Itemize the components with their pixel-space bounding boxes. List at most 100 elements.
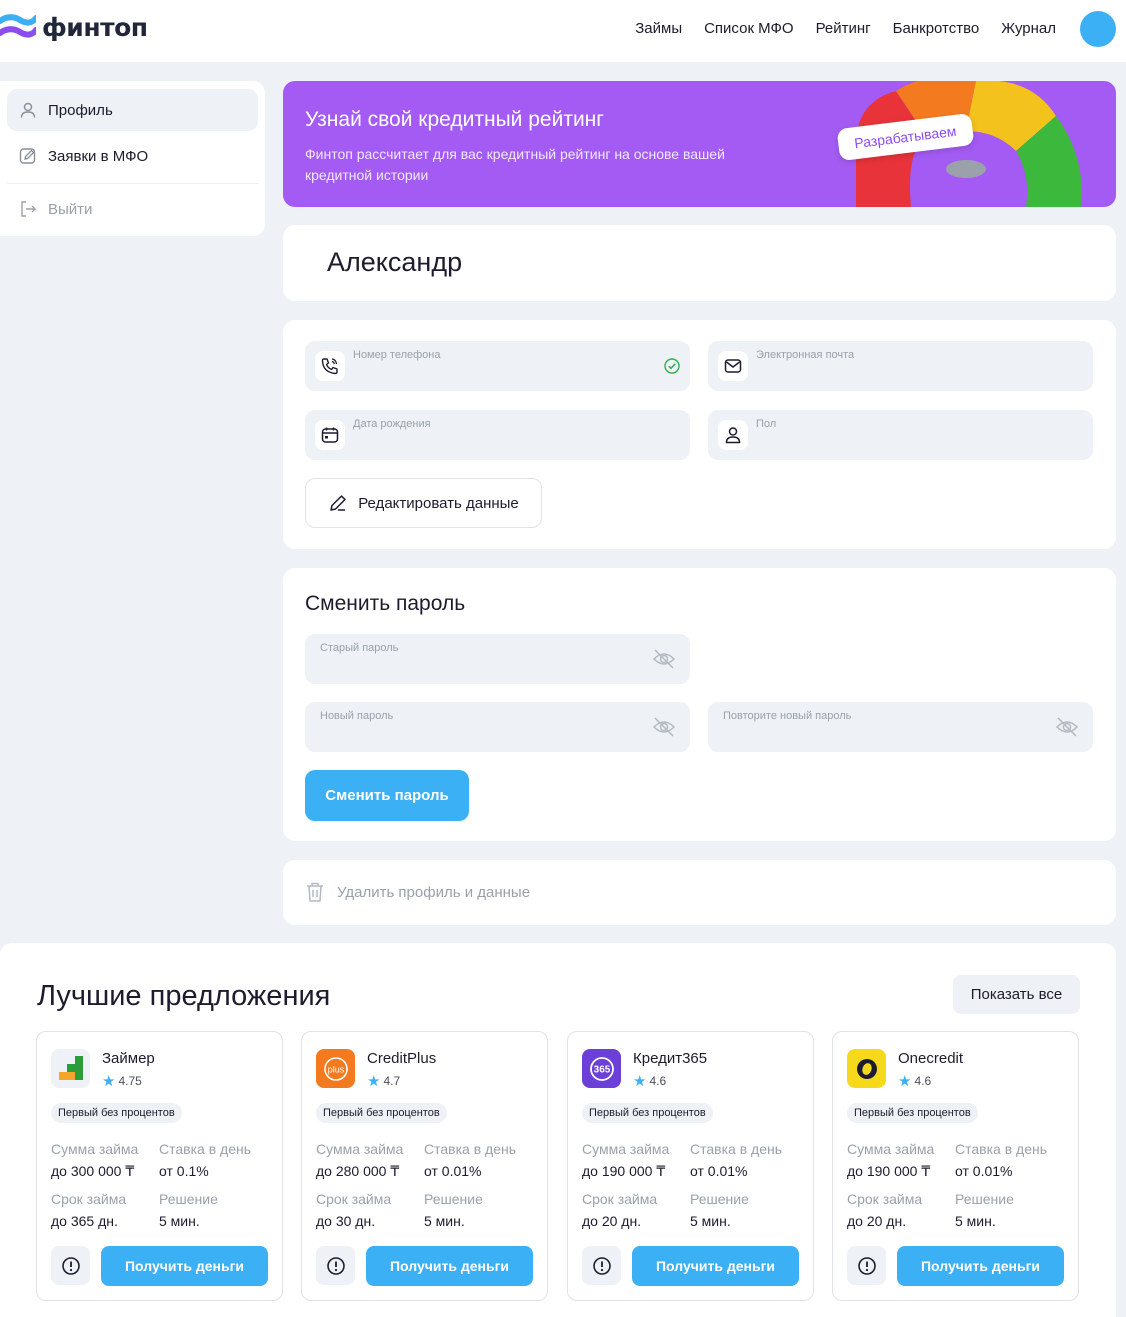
info-button[interactable] — [51, 1246, 90, 1285]
offer-rating-value: 4.6 — [649, 1074, 667, 1088]
offer-rating: ★ 4.6 — [898, 1072, 931, 1090]
nav-bankruptcy[interactable]: Банкротство — [893, 20, 980, 37]
info-button[interactable] — [316, 1246, 355, 1285]
rate-label: Ставка в день — [955, 1141, 1048, 1157]
phone-icon — [315, 351, 345, 381]
birthdate-field[interactable]: Дата рождения — [305, 410, 690, 460]
sidebar-item-logout[interactable]: Выйти — [7, 188, 258, 230]
creditplus-logo: plus — [316, 1049, 355, 1088]
offer-name: Onecredit — [898, 1050, 964, 1067]
avatar[interactable] — [1080, 11, 1116, 47]
new-password-field[interactable]: Новый пароль — [305, 702, 690, 752]
amount-value: до 190 000 ₸ — [847, 1163, 931, 1179]
delete-profile-card: Удалить профиль и данные — [283, 860, 1116, 925]
new-password-label: Новый пароль — [320, 710, 394, 722]
zaimer-logo — [51, 1049, 90, 1088]
offer-card: plus CreditPlus ★ 4.7 Первый без проценто… — [301, 1031, 548, 1301]
amount-value: до 280 000 ₸ — [316, 1163, 400, 1179]
edit-profile-button[interactable]: Редактировать данные — [305, 478, 542, 528]
svg-text:365: 365 — [593, 1064, 610, 1075]
star-icon: ★ — [633, 1073, 647, 1090]
get-money-button[interactable]: Получить деньги — [366, 1246, 533, 1286]
sidebar-item-label: Выйти — [48, 200, 93, 218]
verified-check-icon — [664, 358, 680, 379]
credit-rating-banner[interactable]: Узнай свой кредитный рейтинг Финтоп расс… — [283, 81, 1116, 207]
decision-label: Решение — [690, 1191, 749, 1207]
profile-fields-card: Номер телефона Электронная почта Дата ро… — [283, 320, 1116, 549]
email-field[interactable]: Электронная почта — [708, 341, 1093, 391]
rate-value: от 0.1% — [159, 1163, 209, 1179]
term-value: до 30 дн. — [316, 1213, 376, 1229]
sidebar-item-profile[interactable]: Профиль — [7, 89, 258, 131]
offer-tag: Первый без процентов — [582, 1103, 713, 1123]
offer-tag: Первый без процентов — [51, 1103, 182, 1123]
best-offers-title: Лучшие предложения — [37, 980, 331, 1012]
birthdate-label: Дата рождения — [353, 418, 431, 430]
person-icon — [718, 420, 748, 450]
get-money-button[interactable]: Получить деньги — [897, 1246, 1064, 1286]
offer-rating-value: 4.6 — [914, 1074, 932, 1088]
change-password-title: Сменить пароль — [305, 592, 466, 615]
info-icon — [326, 1256, 345, 1275]
show-all-button[interactable]: Показать все — [953, 975, 1080, 1014]
logo[interactable]: финтоп — [0, 10, 148, 44]
brand-name: финтоп — [42, 12, 148, 42]
main-nav: Займы Список МФО Рейтинг Банкротство Жур… — [635, 20, 1056, 37]
term-label: Срок займа — [51, 1191, 127, 1207]
term-value: до 20 дн. — [582, 1213, 642, 1229]
decision-value: 5 мин. — [424, 1213, 465, 1229]
star-icon: ★ — [102, 1073, 116, 1090]
pencil-icon — [330, 495, 346, 511]
edit-profile-label: Редактировать данные — [358, 494, 519, 512]
rate-label: Ставка в день — [690, 1141, 783, 1157]
change-password-button[interactable]: Сменить пароль — [305, 770, 469, 821]
decision-value: 5 мин. — [690, 1213, 731, 1229]
nav-loans[interactable]: Займы — [635, 20, 682, 37]
offer-tag: Первый без процентов — [847, 1103, 978, 1123]
info-icon — [592, 1256, 611, 1275]
info-button[interactable] — [847, 1246, 886, 1285]
decision-label: Решение — [955, 1191, 1014, 1207]
offer-card: Onecredit ★ 4.6 Первый без процентов Сумм… — [832, 1031, 1079, 1301]
get-money-button[interactable]: Получить деньги — [632, 1246, 799, 1286]
profile-name-card: Александр — [283, 225, 1116, 301]
old-password-field[interactable]: Старый пароль — [305, 634, 690, 684]
offer-card: 365 Кредит365 ★ 4.6 Первый без процентов … — [567, 1031, 814, 1301]
edit-document-icon — [19, 147, 37, 165]
sidebar-item-applications[interactable]: Заявки в МФО — [7, 135, 258, 177]
amount-label: Сумма займа — [582, 1141, 670, 1157]
nav-journal[interactable]: Журнал — [1001, 20, 1056, 37]
info-icon — [857, 1256, 876, 1275]
eye-off-icon[interactable] — [652, 648, 676, 675]
offer-name: Займер — [102, 1050, 155, 1067]
sidebar-item-label: Заявки в МФО — [48, 147, 149, 165]
offer-name: Кредит365 — [633, 1050, 708, 1067]
eye-off-icon[interactable] — [1055, 716, 1079, 743]
offer-rating: ★ 4.6 — [633, 1072, 666, 1090]
offer-rating-value: 4.7 — [383, 1074, 401, 1088]
calendar-icon — [315, 420, 345, 450]
star-icon: ★ — [367, 1073, 381, 1090]
nav-mfo-list[interactable]: Список МФО — [704, 20, 793, 37]
repeat-password-field[interactable]: Повторите новый пароль — [708, 702, 1093, 752]
promo-title: Узнай свой кредитный рейтинг — [305, 108, 604, 131]
nav-rating[interactable]: Рейтинг — [816, 20, 871, 37]
header: финтоп Займы Список МФО Рейтинг Банкротс… — [0, 0, 1126, 62]
sidebar-item-label: Профиль — [48, 101, 113, 119]
info-button[interactable] — [582, 1246, 621, 1285]
rate-label: Ставка в день — [159, 1141, 252, 1157]
delete-profile-button[interactable]: Удалить профиль и данные — [305, 881, 530, 903]
gender-field[interactable]: Пол — [708, 410, 1093, 460]
phone-field[interactable]: Номер телефона — [305, 341, 690, 391]
eye-off-icon[interactable] — [652, 716, 676, 743]
decision-value: 5 мин. — [159, 1213, 200, 1229]
term-label: Срок займа — [847, 1191, 923, 1207]
delete-profile-label: Удалить профиль и данные — [337, 883, 531, 901]
rate-label: Ставка в день — [424, 1141, 517, 1157]
get-money-button[interactable]: Получить деньги — [101, 1246, 268, 1286]
logout-icon — [19, 200, 37, 218]
onecredit-logo — [847, 1049, 886, 1088]
star-icon: ★ — [898, 1073, 912, 1090]
rate-value: от 0.01% — [424, 1163, 482, 1179]
decision-label: Решение — [424, 1191, 483, 1207]
